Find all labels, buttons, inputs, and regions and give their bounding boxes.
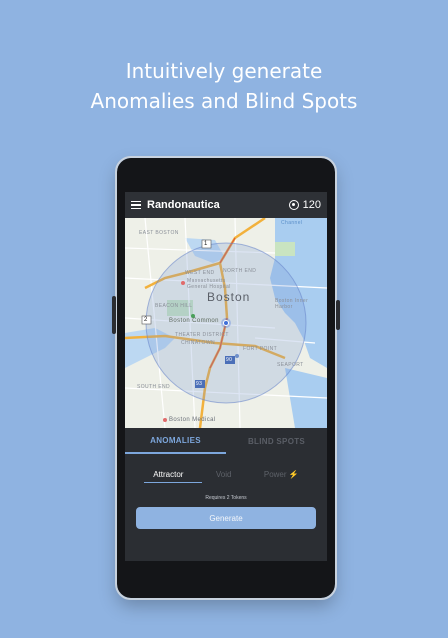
map-label-boston-medical: Boston Medical: [169, 417, 216, 423]
headline-line-1: Intuitively generate: [125, 59, 323, 83]
map-label-channel: Channel: [281, 220, 303, 226]
map-label-east-boston: EAST BOSTON: [139, 230, 179, 236]
map-view[interactable]: EAST BOSTON Channel NORTH END WEST END M…: [125, 218, 327, 428]
map-graphic: [125, 218, 327, 428]
map-label-fort-point: FORT POINT: [243, 346, 278, 352]
map-label-beacon-hill: BEACON HILL: [155, 303, 193, 309]
token-count: 120: [302, 199, 321, 211]
option-void[interactable]: Void: [216, 470, 232, 479]
phone-frame: Randonautica 120 EAST BOSTON Channel NOR…: [112, 156, 340, 600]
mode-tabs: ANOMALIES BLIND SPOTS: [125, 428, 327, 454]
anomaly-type-options: Attractor Void Power ⚡: [125, 470, 327, 479]
highway-shield-2: 2: [144, 317, 148, 323]
map-label-inner-harbor: Boston Inner Harbor: [275, 298, 309, 310]
phone-screen: Randonautica 120 EAST BOSTON Channel NOR…: [125, 192, 327, 561]
lightning-bolt-icon: ⚡: [288, 470, 299, 479]
token-coin-icon[interactable]: [288, 200, 299, 210]
app-toolbar: Randonautica 120: [125, 192, 327, 218]
highway-shield-93: 93: [196, 381, 203, 387]
requires-tokens-text: Requires 2 Tokens: [205, 495, 247, 501]
option-power-label: Power: [263, 470, 287, 479]
map-label-mass-general: Massachusetts General Hospital: [187, 278, 231, 290]
tab-anomalies[interactable]: ANOMALIES: [125, 428, 226, 454]
highway-shield-90: 90: [226, 357, 233, 363]
phone-side-button-left: [112, 296, 116, 334]
option-attractor[interactable]: Attractor: [153, 470, 183, 479]
map-label-south-end: SOUTH END: [137, 384, 171, 390]
headline: Intuitively generate Anomalies and Blind…: [0, 56, 448, 116]
map-label-boston-common: Boston Common: [169, 318, 219, 324]
tab-blind-spots[interactable]: BLIND SPOTS: [226, 428, 327, 454]
headline-line-2: Anomalies and Blind Spots: [90, 89, 358, 113]
generate-button[interactable]: Generate: [136, 507, 316, 529]
map-label-west-end: WEST END: [185, 270, 215, 276]
map-label-chinatown: CHINATOWN: [181, 340, 215, 346]
selected-option-indicator: [144, 482, 202, 483]
highway-shield-1: 1: [204, 241, 208, 247]
generate-panel: Attractor Void Power ⚡ Requires 2 Tokens…: [125, 454, 327, 529]
map-label-theater-district: THEATER DISTRICT: [175, 332, 229, 338]
map-label-city: Boston: [207, 290, 251, 304]
hamburger-menu-icon[interactable]: [131, 200, 141, 210]
map-label-seaport: SEAPORT: [277, 362, 304, 368]
phone-side-button-right: [336, 300, 340, 330]
option-power[interactable]: Power ⚡: [264, 470, 299, 479]
app-title: Randonautica: [147, 199, 220, 211]
map-label-north-end: NORTH END: [223, 268, 257, 274]
